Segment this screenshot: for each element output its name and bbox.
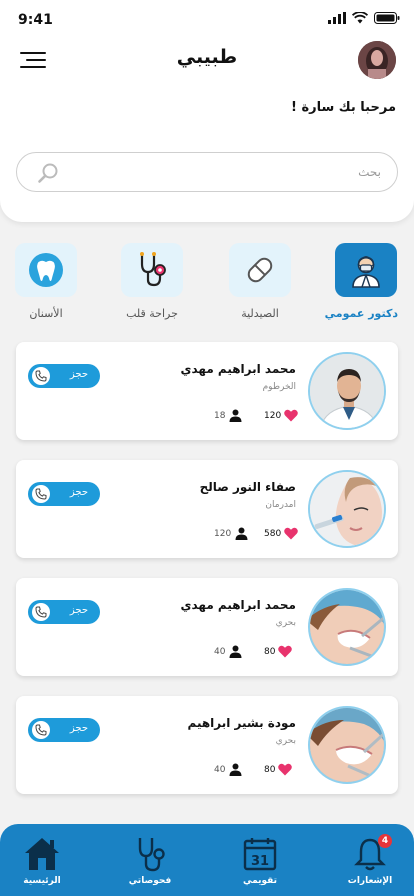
doctor-location: بحري <box>275 618 296 628</box>
calendar-icon: 31 <box>243 838 277 871</box>
stethoscope-icon <box>138 838 165 872</box>
tooth-icon <box>29 253 63 287</box>
book-button[interactable]: حجز <box>28 600 100 624</box>
doctor-visits: 120 <box>214 527 248 540</box>
stethoscope-icon <box>140 252 166 287</box>
phone-icon <box>32 367 50 385</box>
doctor-photo <box>308 706 386 784</box>
likes-count: 580 <box>264 528 282 539</box>
search-input[interactable] <box>67 161 381 183</box>
likes-count: 120 <box>264 410 282 421</box>
book-button[interactable]: حجز <box>28 364 100 388</box>
doctor-name: مودة بشير ابراهيم <box>187 716 296 730</box>
nav-exams[interactable]: فحوصاتي <box>110 834 190 886</box>
doctor-visits: 40 <box>214 763 242 776</box>
category-heart-surgery[interactable]: جراحة قلب <box>120 243 184 320</box>
status-time: 9:41 <box>18 12 53 28</box>
heart-icon <box>278 645 293 658</box>
nav-notifications[interactable]: 4 الإشعارات <box>330 834 410 886</box>
calendar-day: 31 <box>251 854 269 869</box>
book-button-label: حجز <box>69 723 88 734</box>
likes-count: 80 <box>264 764 276 775</box>
book-button-label: حجز <box>69 605 88 616</box>
visits-count: 40 <box>214 646 226 657</box>
pill-icon <box>247 257 273 283</box>
doctor-visits: 18 <box>214 409 242 422</box>
phone-icon <box>32 485 50 503</box>
doctor-photo <box>308 588 386 666</box>
doctor-icon <box>352 256 380 288</box>
status-icons <box>328 12 400 24</box>
greeting-text: مرحبا بك سارة ! <box>290 100 396 115</box>
doctor-likes: 80 <box>264 645 293 658</box>
category-icon-box <box>335 243 397 297</box>
book-button[interactable]: حجز <box>28 718 100 742</box>
category-pharmacy[interactable]: الصيدلية <box>228 243 292 320</box>
book-button-label: حجز <box>69 487 88 498</box>
category-general-doctor[interactable]: دكتور عمومي <box>324 243 398 320</box>
doctor-name: محمد ابراهيم مهدي <box>180 362 296 376</box>
phone-icon <box>32 603 50 621</box>
doctor-visits: 40 <box>214 645 242 658</box>
doctor-card[interactable]: محمد ابراهيم مهدي الخرطوم 120 18 حجز <box>16 342 398 440</box>
nav-calendar-label: تقويمي <box>242 876 278 886</box>
nav-calendar[interactable]: 31 تقويمي <box>220 834 300 886</box>
home-icon <box>25 838 59 870</box>
doctor-card[interactable]: محمد ابراهيم مهدي بحري 80 40 حجز <box>16 578 398 676</box>
doctor-name: صفاء النور صالح <box>199 480 296 494</box>
category-label: الصيدلية <box>241 307 279 320</box>
category-label: الأسنان <box>29 307 63 320</box>
doctor-card[interactable]: مودة بشير ابراهيم بحري 80 40 حجز <box>16 696 398 794</box>
category-dental[interactable]: الأسنان <box>14 243 78 320</box>
user-avatar[interactable] <box>358 41 396 79</box>
doctor-photo <box>308 352 386 430</box>
category-label: جراحة قلب <box>126 307 178 320</box>
category-icon-box <box>229 243 291 297</box>
nav-exams-label: فحوصاتي <box>128 876 172 886</box>
heart-icon <box>284 409 298 422</box>
phone-icon <box>32 721 50 739</box>
search-icon[interactable] <box>37 162 59 184</box>
doctor-likes: 120 <box>264 409 298 422</box>
doctor-location: امدرمان <box>265 500 296 510</box>
visits-count: 120 <box>214 528 232 539</box>
status-bar: 9:41 <box>0 0 414 40</box>
doctor-location: بحري <box>275 736 296 746</box>
heart-icon <box>284 527 298 540</box>
notification-badge: 4 <box>378 834 392 848</box>
doctor-location: الخرطوم <box>262 382 296 392</box>
signal-icon <box>328 12 346 24</box>
bottom-nav: الرئيسية فحوصاتي 31 تقويمي 4 الإشعارات <box>0 824 414 896</box>
book-button-label: حجز <box>69 369 88 380</box>
person-icon <box>229 645 242 658</box>
nav-notifications-label: الإشعارات <box>347 876 393 886</box>
category-icon-box <box>121 243 183 297</box>
person-icon <box>235 527 248 540</box>
category-label: دكتور عمومي <box>324 307 398 320</box>
likes-count: 80 <box>264 646 276 657</box>
search-bar[interactable] <box>16 152 398 192</box>
doctor-likes: 580 <box>264 527 298 540</box>
doctor-likes: 80 <box>264 763 293 776</box>
category-icon-box <box>15 243 77 297</box>
app-title: طبيبي <box>176 46 238 68</box>
visits-count: 40 <box>214 764 226 775</box>
doctor-card[interactable]: صفاء النور صالح امدرمان 580 120 حجز <box>16 460 398 558</box>
book-button[interactable]: حجز <box>28 482 100 506</box>
wifi-icon <box>352 12 368 24</box>
doctor-photo <box>308 470 386 548</box>
nav-home-label: الرئيسية <box>23 876 61 886</box>
doctor-name: محمد ابراهيم مهدي <box>180 598 296 612</box>
person-icon <box>229 409 242 422</box>
nav-home[interactable]: الرئيسية <box>2 834 82 886</box>
person-icon <box>229 763 242 776</box>
battery-icon <box>374 12 400 24</box>
heart-icon <box>278 763 293 776</box>
visits-count: 18 <box>214 410 226 421</box>
